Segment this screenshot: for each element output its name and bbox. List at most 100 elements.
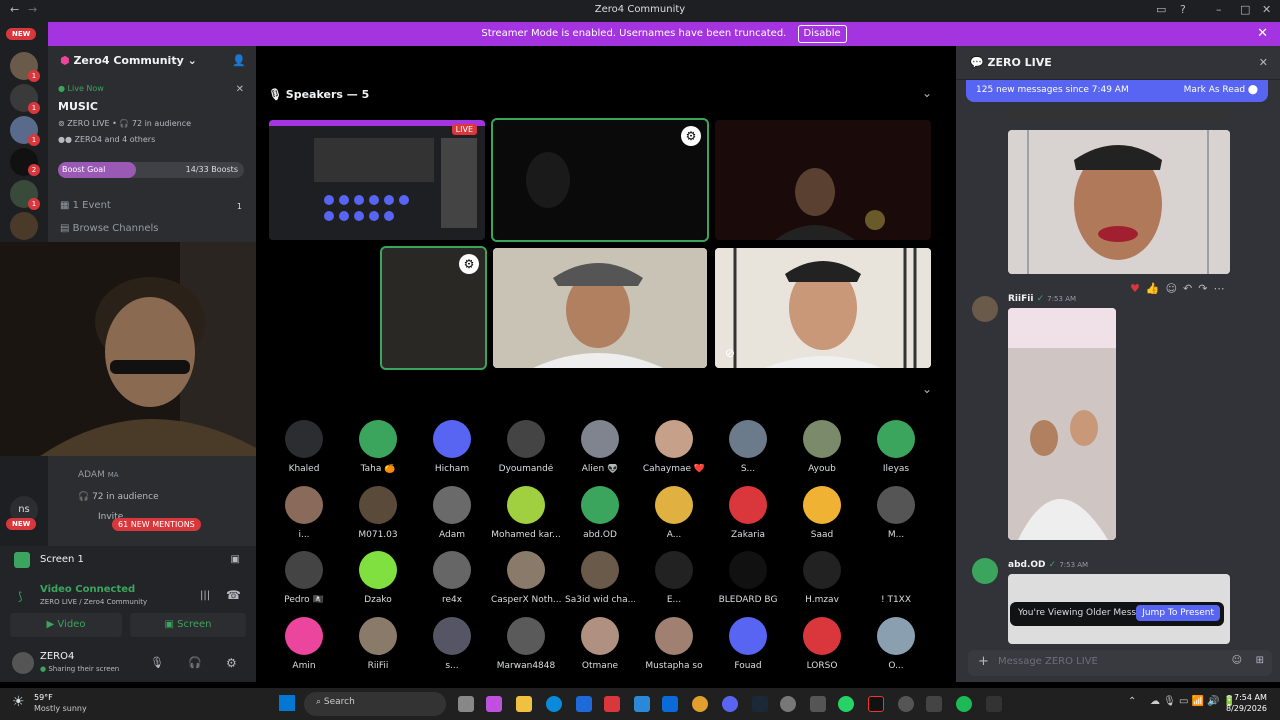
audience-member[interactable]: i... xyxy=(269,486,339,540)
user-avatar[interactable] xyxy=(972,558,998,584)
audience-member[interactable]: Amin xyxy=(269,617,339,671)
audience-member[interactable]: Adam xyxy=(417,486,487,540)
audience-member[interactable]: s... xyxy=(417,617,487,671)
disconnect-icon[interactable]: ☎ xyxy=(226,588,241,602)
taskbar-search[interactable]: ⌕ Search xyxy=(304,692,446,716)
audience-member[interactable]: Khaled xyxy=(269,420,339,474)
disable-streamer-button[interactable]: Disable xyxy=(797,25,847,43)
obs-icon[interactable] xyxy=(898,696,914,712)
close-window-icon[interactable]: ✕ xyxy=(1262,3,1271,16)
audience-member[interactable]: Dzako xyxy=(343,551,413,605)
message-input[interactable]: + Message ZERO LIVE ☺ ⊞ xyxy=(968,650,1272,676)
audience-member[interactable]: Pedro 🏴‍☠️ xyxy=(269,551,339,605)
audience-member[interactable]: Hicham xyxy=(417,420,487,474)
audience-member[interactable]: BLEDARD BG xyxy=(713,551,783,605)
close-live-icon[interactable]: ✕ xyxy=(236,84,244,95)
audience-member[interactable]: ! T1XX xyxy=(861,551,931,605)
add-reaction-icon[interactable]: ☺ xyxy=(1166,282,1183,295)
video-button[interactable]: ▶ Video xyxy=(10,613,122,637)
speaker-tile-5[interactable] xyxy=(493,248,707,368)
audience-member[interactable]: Sa3id wid cha... xyxy=(565,551,635,605)
audience-member[interactable]: H.mzav xyxy=(787,551,857,605)
add-attachment-icon[interactable]: + xyxy=(978,654,989,669)
app-l-icon[interactable] xyxy=(604,696,620,712)
app-icon[interactable] xyxy=(926,696,942,712)
audience-member[interactable]: O... xyxy=(861,617,931,671)
headphones-icon[interactable]: 🎧 xyxy=(188,656,202,669)
audience-member[interactable]: A... xyxy=(639,486,709,540)
store-icon[interactable] xyxy=(576,696,592,712)
task-view-icon[interactable] xyxy=(458,696,474,712)
app-icon[interactable] xyxy=(634,696,650,712)
mark-read-button[interactable]: Mark As Read ⬤ xyxy=(1184,85,1258,95)
clock-time[interactable]: 7:54 AM xyxy=(1234,693,1267,702)
audience-member[interactable]: M... xyxy=(861,486,931,540)
message-image-1[interactable] xyxy=(1008,130,1230,274)
audience-member[interactable]: Saad xyxy=(787,486,857,540)
message-image-top[interactable] xyxy=(1008,108,1230,122)
message-actions[interactable]: ♥👍☺↶↷⋯ xyxy=(1130,282,1230,295)
thumbs-up-icon[interactable]: 👍 xyxy=(1146,282,1166,295)
audience-member[interactable]: Mustapha so xyxy=(639,617,709,671)
audience-member[interactable]: Dyoumandé xyxy=(491,420,561,474)
clock-date[interactable]: 8/29/2026 xyxy=(1226,704,1267,713)
audience-member[interactable]: LORSO xyxy=(787,617,857,671)
audience-member[interactable]: Otmane xyxy=(565,617,635,671)
speaker-tile-screenshare[interactable]: LIVE xyxy=(269,120,485,240)
speaker-tile-2[interactable]: ⚙ xyxy=(491,118,709,242)
audience-member[interactable]: re4x xyxy=(417,551,487,605)
heart-icon[interactable]: ♥ xyxy=(1130,282,1146,295)
screen-button[interactable]: ▣ Screen xyxy=(130,613,246,637)
tiktok-icon[interactable] xyxy=(868,696,884,712)
inbox-icon[interactable]: ▭ xyxy=(1156,3,1166,16)
connection-status[interactable]: Video Connected xyxy=(40,584,135,595)
events-item[interactable]: ▦ 1 Event xyxy=(60,200,111,211)
user-avatar[interactable] xyxy=(972,296,998,322)
invite-people-icon[interactable]: 👤 xyxy=(232,54,246,67)
more-icon[interactable]: ⋯ xyxy=(1213,282,1230,295)
app-icon[interactable] xyxy=(810,696,826,712)
tray-icons[interactable]: ☁ 🎙 ▭ 📶 🔊 🔋 xyxy=(1150,696,1235,707)
user-avatar[interactable] xyxy=(12,652,34,674)
audience-member[interactable]: Fouad xyxy=(713,617,783,671)
audience-member[interactable]: S... xyxy=(713,420,783,474)
steam-icon[interactable] xyxy=(752,696,768,712)
collapse-audience-icon[interactable]: ⌄ xyxy=(922,382,932,396)
windows-start-icon[interactable] xyxy=(279,695,295,711)
chrome-icon[interactable] xyxy=(692,696,708,712)
screen-share-row[interactable]: Screen 1 ▣ xyxy=(10,550,248,572)
audience-member[interactable]: abd.OD xyxy=(565,486,635,540)
audience-member[interactable]: Ileyas xyxy=(861,420,931,474)
forward-icon[interactable]: ↷ xyxy=(1198,282,1213,295)
connection-location[interactable]: ZERO LIVE / Zero4 Community xyxy=(40,598,147,606)
boost-goal-bar[interactable]: Boost Goal 14/33 Boosts xyxy=(58,162,244,178)
server-header[interactable]: ⬢ Zero4 Community ⌄ 👤 xyxy=(48,46,256,78)
noise-suppression-icon[interactable]: ||| xyxy=(200,590,210,601)
audience-member[interactable]: E... xyxy=(639,551,709,605)
close-banner-icon[interactable]: ✕ xyxy=(1257,22,1268,46)
edge-icon[interactable] xyxy=(546,696,562,712)
audience-member[interactable]: Mohamed kar... xyxy=(491,486,561,540)
jump-to-present-button[interactable]: Jump To Present xyxy=(1136,605,1220,621)
message-author[interactable]: RiiFii ✓ 7:53 AM xyxy=(1008,294,1076,304)
tray-chevron-icon[interactable]: ⌃ xyxy=(1128,696,1136,707)
apps-icon[interactable]: ⊞ xyxy=(1256,655,1264,666)
microphone-icon[interactable]: 🎙 xyxy=(150,656,164,669)
speaker-tile-6[interactable]: ⊘ xyxy=(715,248,931,368)
stop-stream-icon[interactable]: ▣ xyxy=(231,554,240,565)
member-adam[interactable]: ADAM MA xyxy=(78,470,119,480)
help-icon[interactable]: ? xyxy=(1180,3,1186,16)
speaker-tile-3[interactable] xyxy=(715,120,931,240)
audience-member[interactable]: Taha 🍊 xyxy=(343,420,413,474)
audience-member[interactable]: Cahaymae ❤️ xyxy=(639,420,709,474)
message-image-2[interactable] xyxy=(1008,308,1116,540)
whatsapp-icon[interactable] xyxy=(838,696,854,712)
audience-member[interactable]: Marwan4848 xyxy=(491,617,561,671)
weather-desc[interactable]: Mostly sunny xyxy=(34,704,87,713)
app-icon[interactable] xyxy=(986,696,1002,712)
stage-channel-name[interactable]: MUSIC xyxy=(58,100,98,113)
browse-channels[interactable]: ▤ Browse Channels xyxy=(60,223,159,234)
maximize-icon[interactable]: □ xyxy=(1240,3,1250,16)
reply-icon[interactable]: ↶ xyxy=(1183,282,1198,295)
server-icon[interactable] xyxy=(10,212,38,240)
